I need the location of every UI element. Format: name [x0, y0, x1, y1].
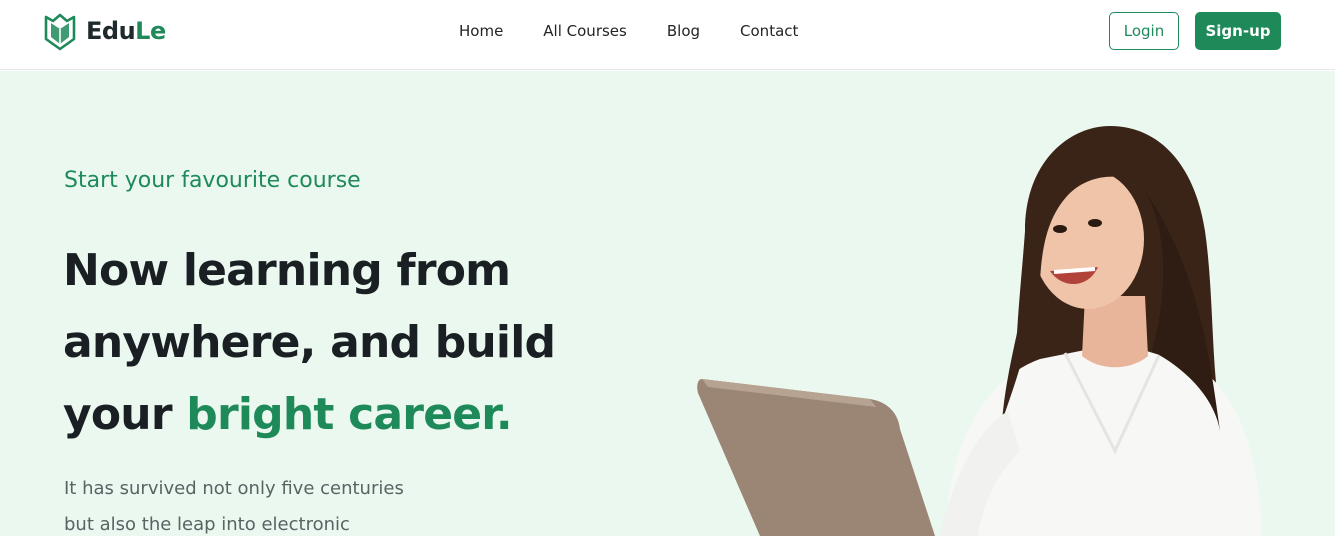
nav-link-home[interactable]: Home [459, 22, 503, 40]
navbar: EduLe Home All Courses Blog Contact Logi… [0, 0, 1335, 70]
hero-title-line1: Now learning from [63, 245, 511, 296]
signup-button[interactable]: Sign-up [1195, 12, 1281, 50]
hero-title-highlight: bright career. [186, 389, 512, 440]
hero-section: Start your favourite course Now learning… [0, 71, 1335, 536]
login-button[interactable]: Login [1109, 12, 1179, 50]
nav-link-blog[interactable]: Blog [667, 22, 700, 40]
hero-description: It has survived not only five centuries … [64, 471, 494, 536]
hero-title-line3-prefix: your [63, 389, 187, 440]
brand-logo-link[interactable]: EduLe [43, 11, 166, 51]
main-nav: Home All Courses Blog Contact [459, 20, 798, 42]
book-shield-icon [44, 13, 76, 51]
hero-title: Now learning from anywhere, and build yo… [63, 235, 623, 451]
hero-description-line1: It has survived not only five centuries [64, 478, 404, 499]
brand-name-part1: Edu [86, 17, 136, 45]
brand-name: EduLe [86, 17, 166, 45]
brand-name-part2: Le [135, 17, 166, 45]
nav-link-contact[interactable]: Contact [740, 22, 798, 40]
woman-with-laptop-illustration [697, 126, 1262, 536]
nav-link-all-courses[interactable]: All Courses [543, 22, 627, 40]
hero-eyebrow: Start your favourite course [64, 168, 361, 193]
laptop-lid-shape [697, 379, 935, 536]
hero-description-line2: but also the leap into electronic [64, 514, 350, 535]
right-eye-shape [1088, 219, 1102, 227]
left-eye-shape [1053, 225, 1067, 233]
hero-title-line2: anywhere, and build [63, 317, 556, 368]
